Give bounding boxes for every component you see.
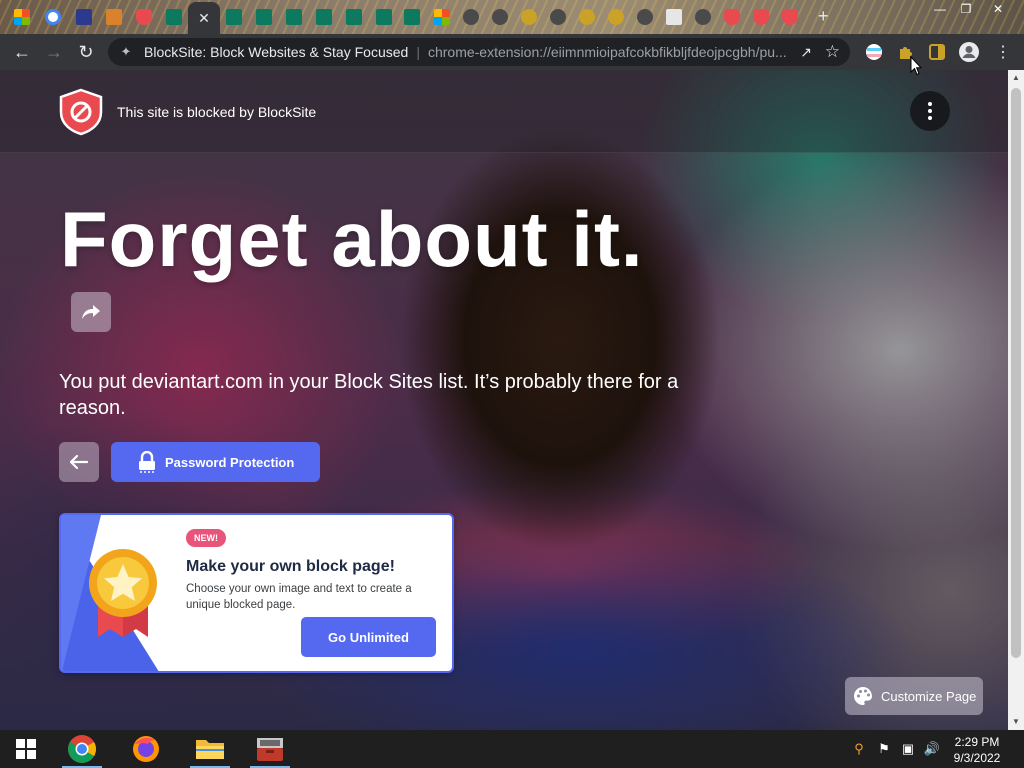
site-favicon[interactable]	[226, 9, 242, 25]
share-arrow-icon	[82, 305, 100, 319]
customize-page-label: Customize Page	[881, 688, 977, 704]
flag-tray-icon[interactable]: ⚑	[875, 740, 893, 758]
tab-active[interactable]: ✕	[188, 2, 220, 34]
chrome-favicon[interactable]	[695, 9, 711, 25]
promo-description: Choose your own image and text to create…	[186, 583, 412, 611]
file-explorer-icon	[196, 740, 224, 759]
new-badge: NEW!	[186, 529, 226, 547]
page-title: BlockSite: Block Websites & Stay Focused	[144, 44, 409, 60]
scroll-down-icon[interactable]: ▼	[1008, 714, 1024, 730]
side-panel-icon[interactable]	[922, 36, 952, 68]
headline: Forget about it.	[60, 195, 644, 283]
site-favicon[interactable]	[316, 9, 332, 25]
site-favicon[interactable]	[521, 9, 537, 25]
start-button[interactable]	[2, 730, 50, 768]
tab-strip: ✕ + — ❐ ✕	[0, 0, 1024, 34]
customize-page-button[interactable]: Customize Page	[845, 677, 983, 715]
window-close-button[interactable]: ✕	[984, 2, 1012, 16]
scroll-up-icon[interactable]: ▲	[1008, 70, 1024, 86]
mouse-cursor-icon	[910, 56, 922, 76]
blocked-by-text: This site is blocked by BlockSite	[117, 104, 317, 120]
clock-time: 2:29 PM	[954, 735, 1000, 749]
taskbar-firefox[interactable]	[122, 730, 170, 768]
taskbar-chrome[interactable]	[58, 730, 106, 768]
minimize-button[interactable]: —	[926, 2, 954, 16]
site-favicon[interactable]	[404, 9, 420, 25]
lock-icon	[139, 451, 155, 473]
extension-puzzle-icon: ✦	[120, 44, 132, 59]
address-bar[interactable]: ✦ BlockSite: Block Websites & Stay Focus…	[108, 38, 850, 66]
blocksite-shield-icon	[59, 88, 103, 136]
taskbar-file-explorer[interactable]	[186, 730, 234, 768]
site-favicon[interactable]	[106, 9, 122, 25]
profile-avatar-icon[interactable]	[954, 36, 984, 68]
password-protection-button[interactable]: Password Protection	[111, 442, 320, 482]
clock-date: 9/3/2022	[953, 751, 1001, 765]
site-favicon[interactable]	[256, 9, 272, 25]
bookmark-star-icon[interactable]: ☆	[825, 42, 840, 62]
chrome-icon	[68, 735, 96, 763]
site-favicon[interactable]	[608, 9, 624, 25]
block-page: This site is blocked by BlockSite Forget…	[0, 70, 1008, 730]
promo-card: NEW! Make your own block page! Choose yo…	[59, 513, 454, 673]
back-arrow-icon	[70, 455, 88, 469]
chrome-favicon[interactable]	[637, 9, 653, 25]
page-scrollbar[interactable]: ▲ ▼	[1008, 70, 1024, 730]
block-message: You put deviantart.com in your Block Sit…	[59, 371, 679, 419]
blocksite-favicon[interactable]	[782, 9, 798, 25]
forward-arrow-icon[interactable]: →	[38, 36, 70, 68]
promo-title: Make your own block page!	[186, 558, 395, 575]
site-favicon[interactable]	[346, 9, 362, 25]
url-text[interactable]: chrome-extension://eiimnmioipafcokbfikbl…	[428, 44, 798, 60]
toolbox-app-icon	[257, 738, 283, 761]
palette-icon	[854, 687, 872, 705]
kebab-menu-icon[interactable]	[910, 91, 950, 131]
extension-icon[interactable]	[859, 36, 889, 68]
site-favicon[interactable]	[76, 9, 92, 25]
site-favicon[interactable]	[579, 9, 595, 25]
site-favicon[interactable]	[666, 9, 682, 25]
share-button[interactable]	[71, 292, 111, 332]
search-tray-icon[interactable]: ⚲	[850, 740, 868, 758]
chrome-favicon[interactable]	[492, 9, 508, 25]
medal-icon	[89, 549, 157, 637]
volume-tray-icon[interactable]: 🔊	[923, 740, 941, 758]
system-clock[interactable]: 2:29 PM 9/3/2022	[944, 734, 1010, 766]
chrome-favicon[interactable]	[463, 9, 479, 25]
blocksite-favicon[interactable]	[136, 9, 152, 25]
firefox-icon	[133, 736, 159, 762]
title-url-separator: |	[416, 44, 420, 60]
site-favicon[interactable]	[166, 9, 182, 25]
browser-toolbar: ← → ↻ ✦ BlockSite: Block Websites & Stay…	[0, 34, 1024, 70]
go-unlimited-button[interactable]: Go Unlimited	[301, 617, 436, 657]
share-icon[interactable]: ↗	[800, 44, 812, 61]
chrome-favicon[interactable]	[550, 9, 566, 25]
windows-start-icon	[16, 739, 36, 759]
network-tray-icon[interactable]: ▣	[899, 740, 917, 758]
windows-favicon[interactable]	[434, 9, 450, 25]
new-tab-button[interactable]: +	[818, 6, 829, 27]
close-icon[interactable]: ✕	[198, 10, 210, 27]
reload-icon[interactable]: ↻	[70, 36, 102, 68]
site-favicon[interactable]	[376, 9, 392, 25]
taskbar-toolbox-app[interactable]	[246, 730, 294, 768]
site-favicon[interactable]	[286, 9, 302, 25]
back-arrow-icon[interactable]: ←	[6, 36, 38, 68]
password-protection-label: Password Protection	[165, 454, 295, 470]
windows-favicon[interactable]	[14, 9, 30, 25]
back-button[interactable]	[59, 442, 99, 482]
blocksite-favicon[interactable]	[724, 9, 740, 25]
windows-taskbar: ⚲ ⚑ ▣ 🔊 2:29 PM 9/3/2022	[0, 730, 1024, 768]
google-favicon[interactable]	[45, 9, 61, 25]
blocksite-favicon[interactable]	[753, 9, 769, 25]
browser-menu-icon[interactable]: ⋮	[988, 36, 1018, 68]
scroll-thumb[interactable]	[1011, 88, 1021, 658]
restore-button[interactable]: ❐	[952, 2, 980, 16]
